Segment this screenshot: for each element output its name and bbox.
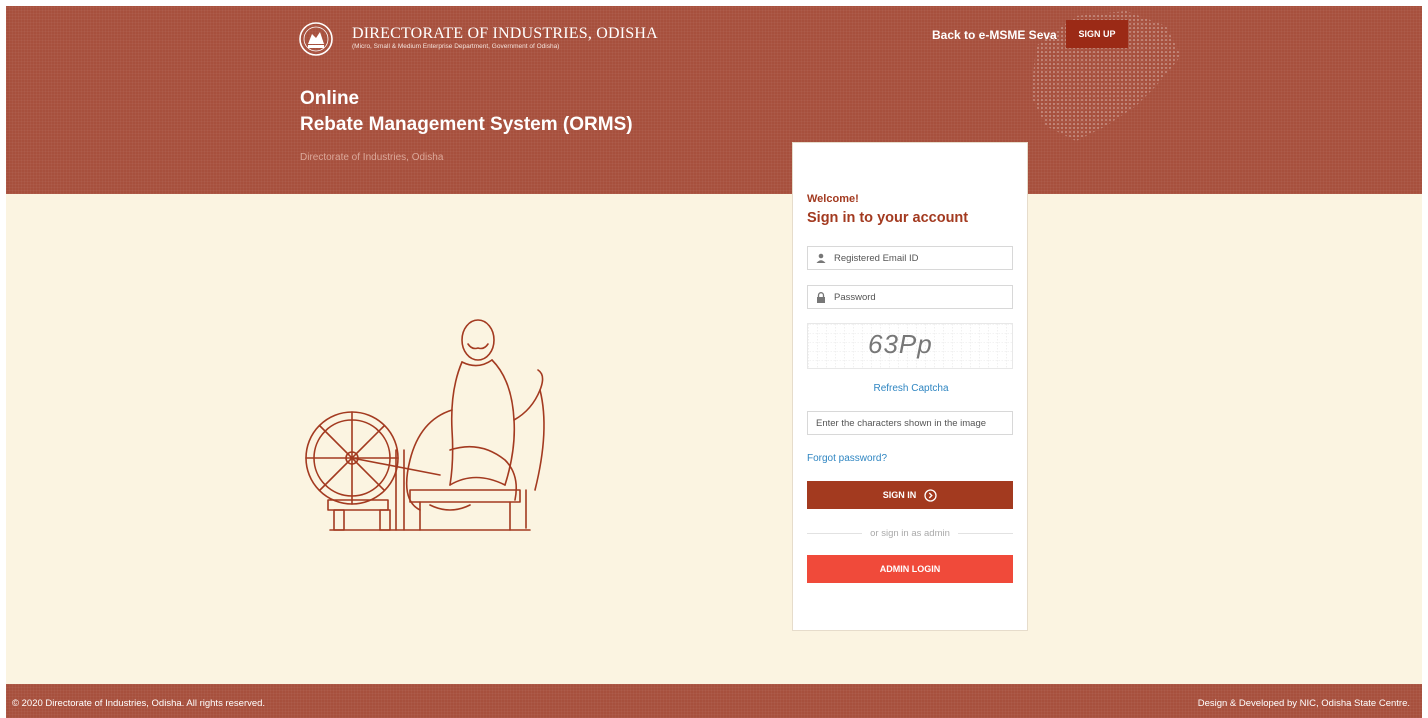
copyright-text: © 2020 Directorate of Industries, Odisha… xyxy=(12,698,266,709)
footer: © 2020 Directorate of Industries, Odisha… xyxy=(6,684,1422,718)
email-field[interactable] xyxy=(807,246,1013,270)
admin-login-button[interactable]: ADMIN LOGIN xyxy=(807,555,1013,583)
login-card: Welcome! Sign in to your account 63Pp Re… xyxy=(792,142,1028,631)
page-subtitle: Directorate of Industries, Odisha xyxy=(300,152,444,163)
refresh-captcha-link[interactable]: Refresh Captcha xyxy=(793,383,1029,394)
divider-line xyxy=(807,532,863,534)
forgot-password-link[interactable]: Forgot password? xyxy=(807,453,887,464)
captcha-text: 63Pp xyxy=(868,329,933,359)
divider-line xyxy=(957,532,1014,534)
arrow-circle-right-icon xyxy=(924,488,937,502)
password-field[interactable] xyxy=(807,285,1013,309)
page-title-line1: Online xyxy=(300,88,360,109)
email-input[interactable] xyxy=(834,252,1012,264)
charkha-illustration xyxy=(305,319,545,531)
page-title-line2: Rebate Management System (ORMS) xyxy=(300,114,633,135)
signin-title: Sign in to your account xyxy=(807,210,969,226)
org-title: DIRECTORATE OF INDUSTRIES, ODISHA xyxy=(352,25,658,42)
captcha-image: 63Pp xyxy=(807,323,1013,369)
lock-icon xyxy=(816,291,826,303)
odisha-emblem-icon xyxy=(299,22,333,56)
password-input[interactable] xyxy=(834,291,1012,303)
or-divider: or sign in as admin xyxy=(807,527,1014,539)
signin-button[interactable]: SIGN IN xyxy=(807,481,1013,509)
signin-button-label: SIGN IN xyxy=(882,490,917,500)
header: DIRECTORATE OF INDUSTRIES, ODISHA (Micro… xyxy=(6,6,1422,194)
captcha-field[interactable] xyxy=(807,411,1013,435)
back-to-msme-link[interactable]: Back to e-MSME Seva xyxy=(932,28,1057,42)
captcha-input[interactable] xyxy=(816,417,1012,429)
org-subtitle: (Micro, Small & Medium Enterprise Depart… xyxy=(352,43,560,50)
credit-text: Design & Developed by NIC, Odisha State … xyxy=(1197,698,1410,709)
welcome-text: Welcome! xyxy=(807,193,859,205)
user-icon xyxy=(816,253,826,263)
signup-button[interactable]: SIGN UP xyxy=(1066,20,1128,48)
or-text: or sign in as admin xyxy=(870,527,950,539)
